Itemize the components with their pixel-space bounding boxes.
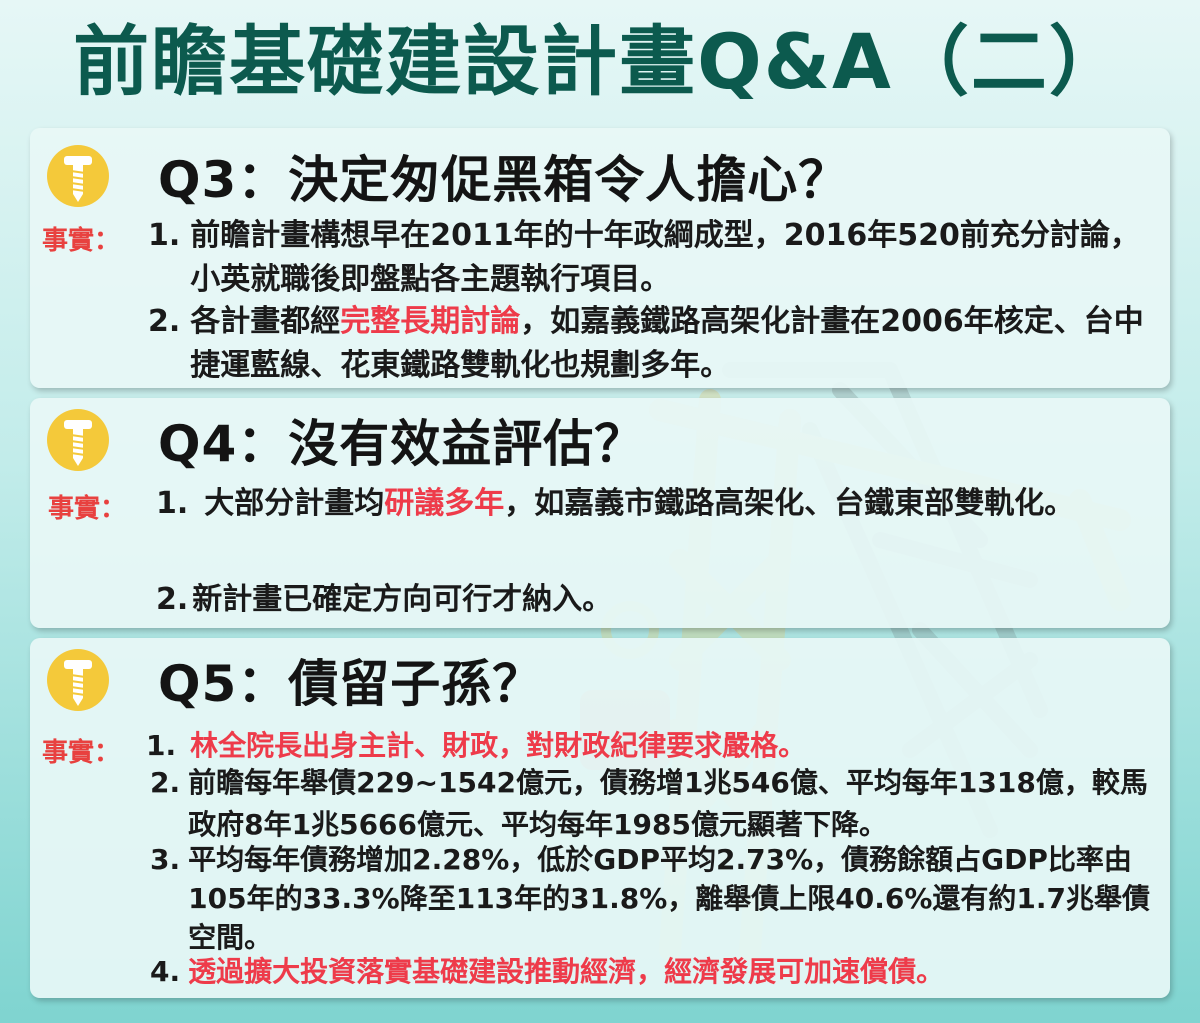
q4-item-2: 2. 新計畫已確定方向可行才納入。 — [156, 582, 613, 617]
q5-item-4: 4. 透過擴大投資落實基礎建設推動經濟，經濟發展可加速償債。 — [150, 955, 945, 988]
q5-question: Q5：債留子孫？ — [158, 655, 544, 713]
screw-icon — [47, 409, 109, 471]
q4-header: Q4：沒有效益評估？ — [46, 400, 645, 480]
q4-fact-label: 事實： — [48, 494, 127, 524]
q5-item-2: 2. 前瞻每年舉債229~1542億元，債務增1兆546億、平均每年1318億，… — [150, 766, 1148, 841]
q3-card: Q3：決定匆促黑箱令人擔心？ 事實： 1. 前瞻計畫構想早在2011年的十年政綱… — [30, 128, 1170, 388]
screw-icon — [47, 649, 109, 711]
q4-question: Q4：沒有效益評估？ — [158, 415, 646, 473]
q5-header: Q5：債留子孫？ — [46, 640, 543, 720]
page-title: 前瞻基礎建設計畫Q&A（二） — [73, 17, 1127, 106]
q4-highlight: 研議多年 — [384, 486, 505, 521]
q3-question: Q3：決定匆促黑箱令人擔心？ — [158, 151, 850, 209]
q4-card: Q4：沒有效益評估？ 事實： 1. 大部分計畫均研議多年，如嘉義市鐵路高架化、台… — [30, 398, 1170, 628]
q3-item-1: 1. 前瞻計畫構想早在2011年的十年政綱成型，2016年520前充分討論，小英… — [148, 218, 1140, 297]
q5-item-3: 3. 平均每年債務增加2.28%，低於GDP平均2.73%，債務餘額占GDP比率… — [150, 843, 1151, 954]
q5-fact-label: 事實： — [42, 738, 121, 768]
q5-card: Q5：債留子孫？ 事實： 1. 林全院長出身主計、財政，對財政紀律要求嚴格。 2… — [30, 638, 1170, 998]
q3-item-2: 2. 各計畫都經完整長期討論，如嘉義鐵路高架化計畫在2006年核定、台中捷運藍線… — [148, 304, 1144, 383]
screw-icon — [47, 145, 109, 207]
q3-header: Q3：決定匆促黑箱令人擔心？ — [46, 136, 849, 216]
q4-item-1: 1. 大部分計畫均研議多年，如嘉義市鐵路高架化、台鐵東部雙軌化。 — [156, 486, 1075, 521]
q3-highlight: 完整長期討論 — [340, 304, 521, 339]
q3-fact-label: 事實： — [42, 226, 121, 256]
